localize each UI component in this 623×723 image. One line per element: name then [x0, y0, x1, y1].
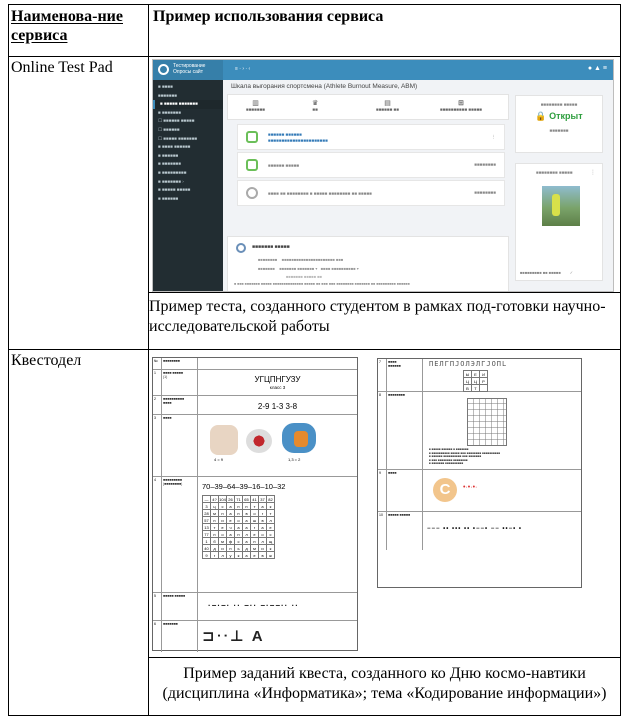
quest-class: класс 3	[269, 385, 286, 390]
quest-key-grid: ЫЕИ ЦЦР ВТ	[463, 370, 488, 392]
services-table: Наименова-ние сервиса Пример использован…	[8, 4, 621, 716]
screenshot-settings-card: ■■■■■■■ ■■■■■ ■■■■■■■■ ■■■■■■■■■■■■■■■■■…	[227, 236, 509, 291]
screenshot-status-card: ■■■■■■■■ ■■■■■ 🔒 Открыт ■■■■■■■	[515, 95, 603, 153]
quest-rebus-images: 4 = 9 1,3 = 2	[198, 415, 357, 476]
lock-icon: 🔒	[535, 111, 547, 121]
screenshot-sidebar: ■ ■■■■ ■■■■■■■ ■ ■■■■■ ■■■■■■■ ■ ■■■■■■■…	[153, 80, 223, 291]
screenshot-widget-row: ■■■■■■ ■■■■■ ■■■■■■■■	[237, 152, 505, 178]
header-example: Пример использования сервиса	[148, 4, 621, 57]
service-name-kvestodel: Квестодел	[8, 349, 149, 716]
quest-pigpen-cipher: ПЕЛГПJОЛЭЛГJОПL	[429, 360, 508, 368]
onlinetestpad-screenshot: Тестирование Опросы сайт ≡ · › · ‹ ● ▲ ≡ …	[152, 59, 614, 292]
quest-page-left: № ■■■■■■■■ 1 ■■■■ ■■■■■ (1) УГЦПНГУЗУ класс…	[152, 357, 358, 652]
quest-sequence: 70–39–64–39–16–10–32	[202, 482, 286, 491]
quest-org-code: УГЦПНГУЗУ	[254, 375, 301, 384]
service-name-text: Квестодел	[11, 352, 82, 369]
screenshot-open-status: 🔒 Открыт	[535, 111, 583, 121]
header-col1-text: Наименова-ние сервиса	[11, 8, 123, 44]
screenshot-logo: Тестирование Опросы сайт	[153, 60, 223, 80]
screenshot-user-icon: ● ▲ ≡	[587, 65, 607, 72]
service-name-onlinetestpad: Online Test Pad	[8, 56, 149, 350]
screenshot-test-title: Шкала выгорания спортсмена (Athlete Burn…	[231, 83, 418, 90]
caption-onlinetestpad: Пример теста, созданного студентом в рам…	[149, 292, 620, 341]
cover-image	[542, 186, 580, 226]
header-service-name: Наименова-ние сервиса	[8, 4, 149, 57]
service-name-text: Online Test Pad	[11, 59, 113, 76]
caption-kvestodel: Пример заданий квеста, созданного ко Дню…	[149, 657, 620, 704]
quest-symbol-code: C •·•·•·	[423, 470, 581, 511]
screenshot-stats-card: ▥ ■■■■■■■ ♛ ■■ ▤ ■■■■■■ ■■ ⊞ ■■■■■■■■■■ ■■■■…	[227, 94, 509, 120]
quest-crossword: ■ ■■■■■ ■■■■■■ ■ ■■■■■■■ ■ ■■■■■■■■■■ ■■■…	[423, 392, 581, 469]
header-col2-text: Пример использования сервиса	[153, 8, 384, 25]
quest-cipher-grid: —4? 104 26 71 65 41 37 82 3цсапптак 28 м н а п в о г т …	[202, 495, 275, 559]
quest-number-code: 2-9 1-3 3-8	[257, 402, 298, 411]
quest-page-right: 7 ■■■■ ■■■■■■ ПЕЛГПJОЛЭЛГJОПL ЫЕИ ЦЦР ВТ 8…	[377, 358, 582, 588]
screenshot-topbar: Тестирование Опросы сайт ≡ · › · ‹ ● ▲ ≡	[153, 60, 613, 80]
example-kvestodel: № ■■■■■■■■ 1 ■■■■ ■■■■■ (1) УГЦПНГУЗУ класс…	[148, 349, 621, 716]
quest-screenshots: № ■■■■■■■■ 1 ■■■■ ■■■■■ (1) УГЦПНГУЗУ класс…	[149, 354, 620, 657]
screenshot-cover-card: ■■■■■■■■ ■■■■■ ⋮ ■■■■■■■■■ ■■ ■■■■■ ✓	[515, 163, 603, 281]
screenshot-link-row: ■■■■■■ ■■■■■■ ■■■■■■■■■■■■■■■■■■■■■■ ⋮	[237, 124, 505, 150]
screenshot-topnav: ≡ · › · ‹	[235, 66, 251, 72]
screenshot-email-row: ■■■■ ■■ ■■■■■■■■ ■ ■■■■■ ■■■■■■■■ ■■ ■■■…	[237, 180, 505, 206]
example-onlinetestpad: Тестирование Опросы сайт ≡ · › · ‹ ● ▲ ≡ …	[148, 56, 621, 350]
